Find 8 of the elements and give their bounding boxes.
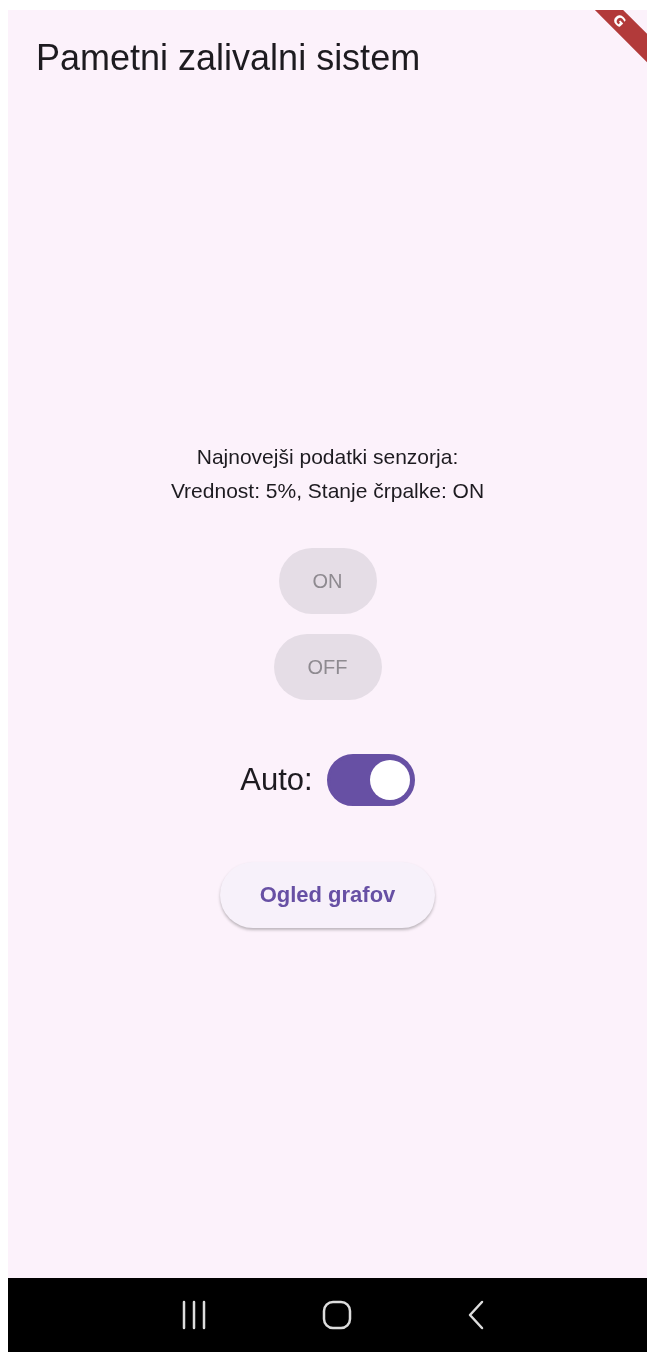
charts-button[interactable]: Ogled grafov xyxy=(219,862,436,928)
auto-switch[interactable] xyxy=(326,754,415,806)
sensor-reading: Vrednost: 5%, Stanje črpalke: ON xyxy=(170,478,485,504)
sensor-heading: Najnovejši podatki senzorja: xyxy=(196,444,459,470)
home-icon[interactable] xyxy=(322,1300,353,1330)
back-icon[interactable] xyxy=(466,1300,485,1330)
auto-label: Auto: xyxy=(240,762,313,798)
app-title: Pametni zalivalni sistem xyxy=(36,37,421,79)
